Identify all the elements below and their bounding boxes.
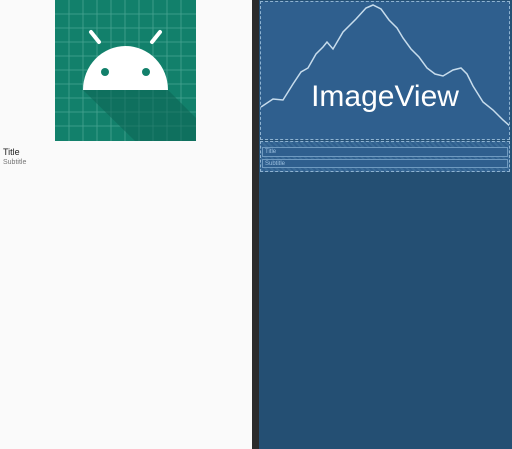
design-preview-pane[interactable]: Title Subtitle bbox=[0, 0, 252, 449]
blueprint-title-view[interactable]: Title bbox=[262, 147, 508, 157]
pane-divider[interactable] bbox=[252, 0, 259, 449]
android-app-icon-image[interactable] bbox=[55, 0, 196, 141]
blueprint-preview-pane[interactable]: ImageView Title Subtitle bbox=[259, 0, 512, 449]
blueprint-subtitle-view[interactable]: Subtitle bbox=[262, 159, 508, 168]
android-robot-icon bbox=[55, 0, 196, 141]
blueprint-title-text: Title bbox=[265, 149, 277, 155]
blueprint-imageview[interactable]: ImageView bbox=[260, 1, 510, 140]
title-text: Title bbox=[3, 147, 20, 157]
imageview-label: ImageView bbox=[311, 80, 459, 113]
blueprint-subtitle-text: Subtitle bbox=[265, 161, 286, 167]
mountain-placeholder-icon bbox=[261, 4, 509, 127]
subtitle-text: Subtitle bbox=[3, 159, 27, 166]
